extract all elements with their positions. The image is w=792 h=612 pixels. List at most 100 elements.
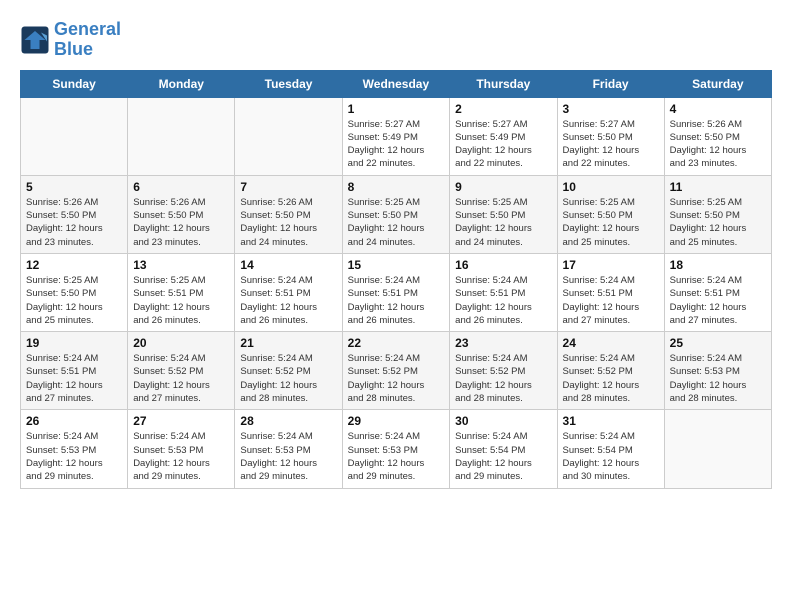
col-header-monday: Monday: [128, 70, 235, 97]
day-number: 15: [348, 258, 445, 272]
day-info: Sunrise: 5:24 AM Sunset: 5:52 PM Dayligh…: [133, 352, 229, 405]
calendar-cell: 20 Sunrise: 5:24 AM Sunset: 5:52 PM Dayli…: [128, 332, 235, 410]
day-number: 24: [563, 336, 659, 350]
day-number: 12: [26, 258, 122, 272]
day-info: Sunrise: 5:27 AM Sunset: 5:49 PM Dayligh…: [455, 118, 551, 171]
calendar-cell: [128, 97, 235, 175]
calendar-cell: [235, 97, 342, 175]
calendar-cell: 6 Sunrise: 5:26 AM Sunset: 5:50 PM Daylig…: [128, 175, 235, 253]
calendar-cell: 25 Sunrise: 5:24 AM Sunset: 5:53 PM Dayli…: [664, 332, 771, 410]
day-info: Sunrise: 5:24 AM Sunset: 5:53 PM Dayligh…: [26, 430, 122, 483]
day-number: 17: [563, 258, 659, 272]
day-info: Sunrise: 5:25 AM Sunset: 5:50 PM Dayligh…: [26, 274, 122, 327]
calendar-cell: 4 Sunrise: 5:26 AM Sunset: 5:50 PM Daylig…: [664, 97, 771, 175]
calendar-cell: 5 Sunrise: 5:26 AM Sunset: 5:50 PM Daylig…: [21, 175, 128, 253]
calendar-cell: 26 Sunrise: 5:24 AM Sunset: 5:53 PM Dayli…: [21, 410, 128, 488]
day-number: 26: [26, 414, 122, 428]
day-number: 6: [133, 180, 229, 194]
col-header-thursday: Thursday: [450, 70, 557, 97]
calendar-cell: 11 Sunrise: 5:25 AM Sunset: 5:50 PM Dayli…: [664, 175, 771, 253]
day-number: 19: [26, 336, 122, 350]
calendar-cell: 12 Sunrise: 5:25 AM Sunset: 5:50 PM Dayli…: [21, 253, 128, 331]
calendar-cell: 27Sunrise: 5:24 AM Sunset: 5:53 PM Dayli…: [128, 410, 235, 488]
day-info: Sunrise: 5:25 AM Sunset: 5:50 PM Dayligh…: [348, 196, 445, 249]
calendar-cell: 9Sunrise: 5:25 AM Sunset: 5:50 PM Daylig…: [450, 175, 557, 253]
day-number: 2: [455, 102, 551, 116]
day-number: 3: [563, 102, 659, 116]
calendar-cell: 17Sunrise: 5:24 AM Sunset: 5:51 PM Dayli…: [557, 253, 664, 331]
calendar-cell: 8 Sunrise: 5:25 AM Sunset: 5:50 PM Daylig…: [342, 175, 450, 253]
day-info: Sunrise: 5:24 AM Sunset: 5:52 PM Dayligh…: [240, 352, 336, 405]
logo-text: General Blue: [54, 20, 121, 60]
day-info: Sunrise: 5:27 AM Sunset: 5:49 PM Dayligh…: [348, 118, 445, 171]
day-number: 25: [670, 336, 766, 350]
calendar-table: SundayMondayTuesdayWednesdayThursdayFrid…: [20, 70, 772, 489]
day-info: Sunrise: 5:26 AM Sunset: 5:50 PM Dayligh…: [670, 118, 766, 171]
day-info: Sunrise: 5:24 AM Sunset: 5:51 PM Dayligh…: [240, 274, 336, 327]
day-info: Sunrise: 5:24 AM Sunset: 5:51 PM Dayligh…: [26, 352, 122, 405]
day-info: Sunrise: 5:24 AM Sunset: 5:53 PM Dayligh…: [670, 352, 766, 405]
col-header-saturday: Saturday: [664, 70, 771, 97]
calendar-cell: 10 Sunrise: 5:25 AM Sunset: 5:50 PM Dayli…: [557, 175, 664, 253]
day-info: Sunrise: 5:25 AM Sunset: 5:50 PM Dayligh…: [455, 196, 551, 249]
day-number: 1: [348, 102, 445, 116]
day-info: Sunrise: 5:25 AM Sunset: 5:51 PM Dayligh…: [133, 274, 229, 327]
day-number: 7: [240, 180, 336, 194]
calendar-cell: 24 Sunrise: 5:24 AM Sunset: 5:52 PM Dayli…: [557, 332, 664, 410]
day-number: 20: [133, 336, 229, 350]
day-number: 31: [563, 414, 659, 428]
calendar-cell: 21 Sunrise: 5:24 AM Sunset: 5:52 PM Dayli…: [235, 332, 342, 410]
day-info: Sunrise: 5:24 AM Sunset: 5:51 PM Dayligh…: [455, 274, 551, 327]
day-number: 29: [348, 414, 445, 428]
day-number: 11: [670, 180, 766, 194]
day-number: 8: [348, 180, 445, 194]
day-info: Sunrise: 5:26 AM Sunset: 5:50 PM Dayligh…: [240, 196, 336, 249]
day-info: Sunrise: 5:26 AM Sunset: 5:50 PM Dayligh…: [26, 196, 122, 249]
day-info: Sunrise: 5:24 AM Sunset: 5:52 PM Dayligh…: [455, 352, 551, 405]
day-info: Sunrise: 5:24 AM Sunset: 5:52 PM Dayligh…: [563, 352, 659, 405]
calendar-cell: 3 Sunrise: 5:27 AM Sunset: 5:50 PM Daylig…: [557, 97, 664, 175]
day-number: 30: [455, 414, 551, 428]
day-info: Sunrise: 5:24 AM Sunset: 5:54 PM Dayligh…: [455, 430, 551, 483]
day-number: 14: [240, 258, 336, 272]
day-info: Sunrise: 5:26 AM Sunset: 5:50 PM Dayligh…: [133, 196, 229, 249]
col-header-sunday: Sunday: [21, 70, 128, 97]
page-header: General Blue: [20, 20, 772, 60]
col-header-friday: Friday: [557, 70, 664, 97]
calendar-cell: 2 Sunrise: 5:27 AM Sunset: 5:49 PM Daylig…: [450, 97, 557, 175]
calendar-cell: 28 Sunrise: 5:24 AM Sunset: 5:53 PM Dayli…: [235, 410, 342, 488]
day-info: Sunrise: 5:25 AM Sunset: 5:50 PM Dayligh…: [563, 196, 659, 249]
col-header-wednesday: Wednesday: [342, 70, 450, 97]
day-number: 22: [348, 336, 445, 350]
calendar-cell: 1 Sunrise: 5:27 AM Sunset: 5:49 PM Daylig…: [342, 97, 450, 175]
calendar-cell: 31 Sunrise: 5:24 AM Sunset: 5:54 PM Dayli…: [557, 410, 664, 488]
calendar-cell: 29 Sunrise: 5:24 AM Sunset: 5:53 PM Dayli…: [342, 410, 450, 488]
day-info: Sunrise: 5:24 AM Sunset: 5:51 PM Dayligh…: [670, 274, 766, 327]
calendar-cell: 19 Sunrise: 5:24 AM Sunset: 5:51 PM Dayli…: [21, 332, 128, 410]
day-number: 27: [133, 414, 229, 428]
logo-icon: [20, 25, 50, 55]
day-info: Sunrise: 5:24 AM Sunset: 5:52 PM Dayligh…: [348, 352, 445, 405]
day-info: Sunrise: 5:25 AM Sunset: 5:50 PM Dayligh…: [670, 196, 766, 249]
calendar-cell: 15Sunrise: 5:24 AM Sunset: 5:51 PM Dayli…: [342, 253, 450, 331]
day-number: 5: [26, 180, 122, 194]
day-number: 21: [240, 336, 336, 350]
day-number: 13: [133, 258, 229, 272]
day-number: 10: [563, 180, 659, 194]
logo: General Blue: [20, 20, 121, 60]
day-info: Sunrise: 5:24 AM Sunset: 5:53 PM Dayligh…: [240, 430, 336, 483]
calendar-cell: 13 Sunrise: 5:25 AM Sunset: 5:51 PM Dayli…: [128, 253, 235, 331]
day-number: 18: [670, 258, 766, 272]
day-number: 28: [240, 414, 336, 428]
day-info: Sunrise: 5:24 AM Sunset: 5:54 PM Dayligh…: [563, 430, 659, 483]
calendar-cell: 18 Sunrise: 5:24 AM Sunset: 5:51 PM Dayli…: [664, 253, 771, 331]
day-number: 23: [455, 336, 551, 350]
calendar-cell: 30 Sunrise: 5:24 AM Sunset: 5:54 PM Dayli…: [450, 410, 557, 488]
calendar-cell: 7 Sunrise: 5:26 AM Sunset: 5:50 PM Daylig…: [235, 175, 342, 253]
calendar-cell: 22 Sunrise: 5:24 AM Sunset: 5:52 PM Dayli…: [342, 332, 450, 410]
day-number: 4: [670, 102, 766, 116]
calendar-cell: 16Sunrise: 5:24 AM Sunset: 5:51 PM Dayli…: [450, 253, 557, 331]
day-info: Sunrise: 5:27 AM Sunset: 5:50 PM Dayligh…: [563, 118, 659, 171]
calendar-cell: 14 Sunrise: 5:24 AM Sunset: 5:51 PM Dayli…: [235, 253, 342, 331]
day-info: Sunrise: 5:24 AM Sunset: 5:53 PM Dayligh…: [348, 430, 445, 483]
